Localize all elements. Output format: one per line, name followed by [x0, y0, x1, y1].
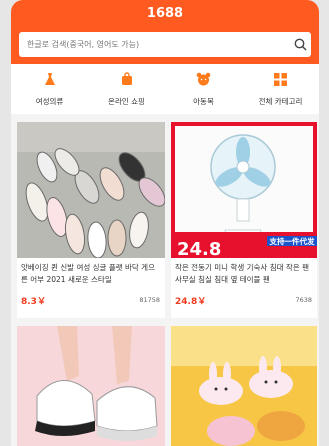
product-grid: 앗베이징 퀸 신발 여성 싱글 플랫 바닥 게으른 어부 2021 새로운 스타… [11, 114, 319, 446]
product-price: 8.3￥ [21, 297, 46, 307]
product-sold-count: 81758 [139, 296, 160, 304]
search-icon[interactable] [289, 34, 311, 56]
grid-icon [274, 71, 287, 90]
search-input[interactable] [19, 39, 289, 50]
product-price: 24.8￥ [175, 297, 207, 307]
shopping-bag-icon [120, 71, 134, 90]
product-card[interactable]: 앗베이징 퀸 신발 여성 싱글 플랫 바닥 게으른 어부 2021 새로운 스타… [17, 122, 165, 318]
banner-price: 24.8 [177, 239, 221, 258]
product-image [17, 122, 165, 258]
category-kids-clothing[interactable]: 아동복 [165, 64, 242, 114]
product-card[interactable] [17, 326, 165, 446]
category-label: 아동복 [193, 97, 214, 106]
product-sold-count: 7638 [295, 296, 312, 304]
product-card[interactable] [171, 326, 317, 446]
phone-screen: 1688 여성의류 온라인 쇼핑 아동복 [11, 0, 319, 446]
category-online-shopping[interactable]: 온라인 쇼핑 [88, 64, 165, 114]
category-nav: 여성의류 온라인 쇼핑 아동복 전체 카테고리 [11, 64, 319, 114]
dress-icon [43, 71, 57, 90]
category-women-clothing[interactable]: 여성의류 [11, 64, 88, 114]
search-bar[interactable] [19, 32, 311, 57]
category-all[interactable]: 전체 카테고리 [242, 64, 319, 114]
product-card[interactable]: 支持一件代发 24.8 작은 전동기 미니 학생 기숙사 침대 작은 팬 사무실… [171, 122, 317, 318]
product-title: 작은 전동기 미니 학생 기숙사 침대 작은 팬 사무실 침실 침대 옆 테이블… [175, 263, 309, 284]
category-label: 온라인 쇼핑 [108, 97, 145, 106]
banner-tag: 支持一件代发 [269, 236, 315, 246]
product-title: 앗베이징 퀸 신발 여성 싱글 플랫 바닥 게으른 어부 2021 새로운 스타… [21, 263, 155, 284]
app-title: 1688 [146, 6, 184, 21]
category-label: 여성의류 [35, 97, 64, 106]
bear-icon [196, 71, 211, 90]
product-image [171, 326, 317, 446]
app-header: 1688 [11, 0, 319, 64]
product-image [17, 326, 165, 446]
category-label: 전체 카테고리 [258, 97, 303, 106]
product-image: 支持一件代发 24.8 [171, 122, 317, 258]
